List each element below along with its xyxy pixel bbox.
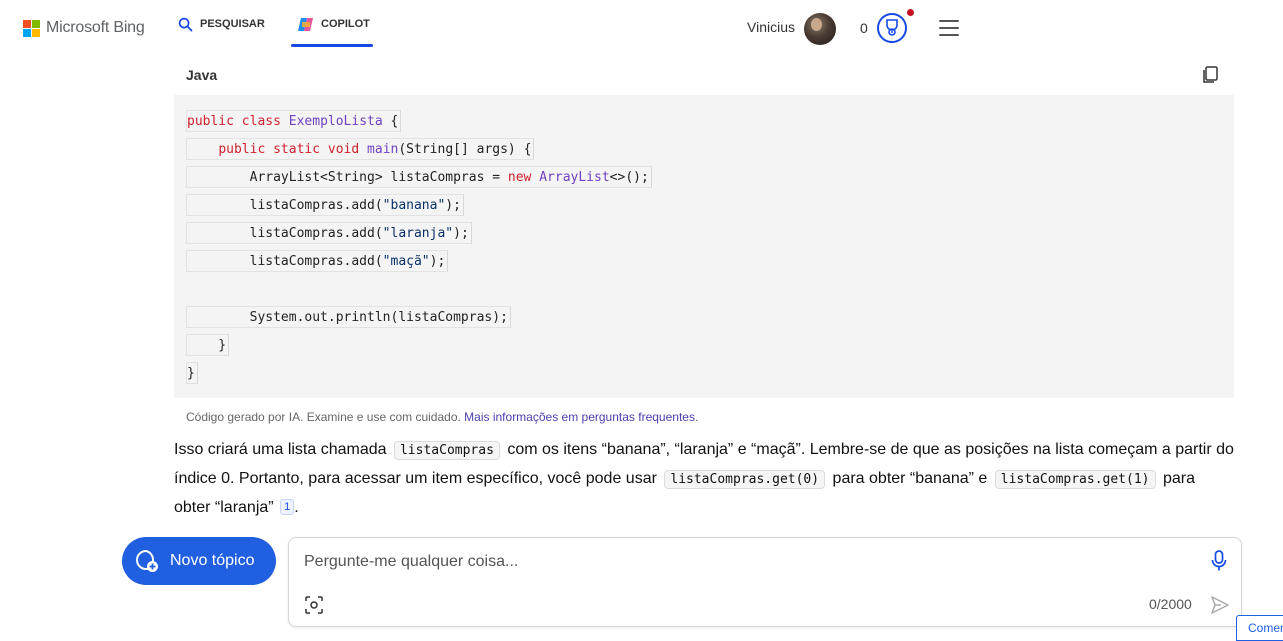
code-line: listaCompras.add("banana"); (186, 194, 464, 216)
code-body: public class ExemploLista { public stati… (174, 95, 1234, 398)
rewards-button[interactable] (877, 13, 907, 43)
code-line: } (186, 334, 230, 356)
code-line: public static void main(String[] args) { (186, 138, 535, 160)
tab-search[interactable]: PESQUISAR (178, 0, 265, 48)
feedback-label: Comentários (1248, 621, 1283, 635)
disclaimer-end: . (694, 410, 699, 424)
search-icon (178, 17, 193, 31)
visual-search-icon[interactable] (305, 596, 323, 614)
answer-text: Isso criará uma lista chamada (174, 441, 387, 458)
code-line: listaCompras.add("laranja"); (186, 222, 472, 244)
code-block-header: Java (174, 60, 1234, 95)
avatar[interactable] (804, 13, 836, 45)
chat-input[interactable] (304, 551, 1184, 573)
trophy-icon (886, 19, 898, 36)
new-topic-label: Novo tópico (170, 552, 255, 569)
bing-logo[interactable]: Microsoft Bing (23, 19, 145, 37)
code-line: public class ExemploLista { (186, 110, 402, 132)
code-block: Java public class ExemploLista { public … (174, 60, 1234, 398)
new-topic-button[interactable]: Novo tópico (122, 537, 276, 585)
inline-code: listaCompras.get(0) (664, 470, 826, 489)
send-icon[interactable] (1210, 595, 1230, 615)
copy-icon[interactable] (1202, 66, 1218, 84)
copilot-icon (298, 17, 313, 31)
answer-text: para obter “banana” e (832, 470, 988, 487)
new-chat-icon (136, 549, 158, 572)
code-language: Java (186, 67, 218, 83)
user-name[interactable]: Vinicius (747, 19, 795, 35)
microphone-icon[interactable] (1211, 550, 1227, 572)
answer-end: . (294, 499, 299, 516)
ai-disclaimer: Código gerado por IA. Examine e use com … (186, 410, 698, 424)
microsoft-logo-icon (23, 19, 40, 37)
character-counter: 0/2000 (1149, 596, 1192, 612)
answer-paragraph: Isso criará uma lista chamada listaCompr… (174, 436, 1234, 522)
chat-composer: 0/2000 (288, 537, 1242, 627)
logo-text: Microsoft Bing (46, 19, 145, 36)
faq-link[interactable]: Mais informações em perguntas frequentes (464, 410, 695, 424)
code-line: listaCompras.add("maçã"); (186, 250, 449, 272)
tab-search-label: PESQUISAR (200, 18, 265, 30)
disclaimer-text: Código gerado por IA. Examine e use com … (186, 410, 461, 424)
inline-code: listaCompras (393, 441, 500, 460)
code-line: } (186, 362, 198, 384)
tab-copilot[interactable]: COPILOT (297, 0, 370, 48)
code-line: ArrayList<String> listaCompras = new Arr… (186, 166, 652, 188)
feedback-button[interactable]: Comentários (1236, 615, 1283, 641)
active-tab-indicator (291, 44, 373, 47)
inline-code: listaCompras.get(1) (994, 470, 1156, 489)
code-line: System.out.println(listaCompras); (186, 306, 511, 328)
hamburger-menu-icon[interactable] (939, 20, 959, 36)
tab-copilot-label: COPILOT (321, 18, 370, 30)
top-header: Microsoft Bing PESQUISAR COPILOT Viniciu… (0, 0, 1283, 60)
citation-badge[interactable]: 1 (280, 499, 295, 515)
rewards-points[interactable]: 0 (860, 20, 868, 36)
notification-dot (907, 9, 914, 16)
